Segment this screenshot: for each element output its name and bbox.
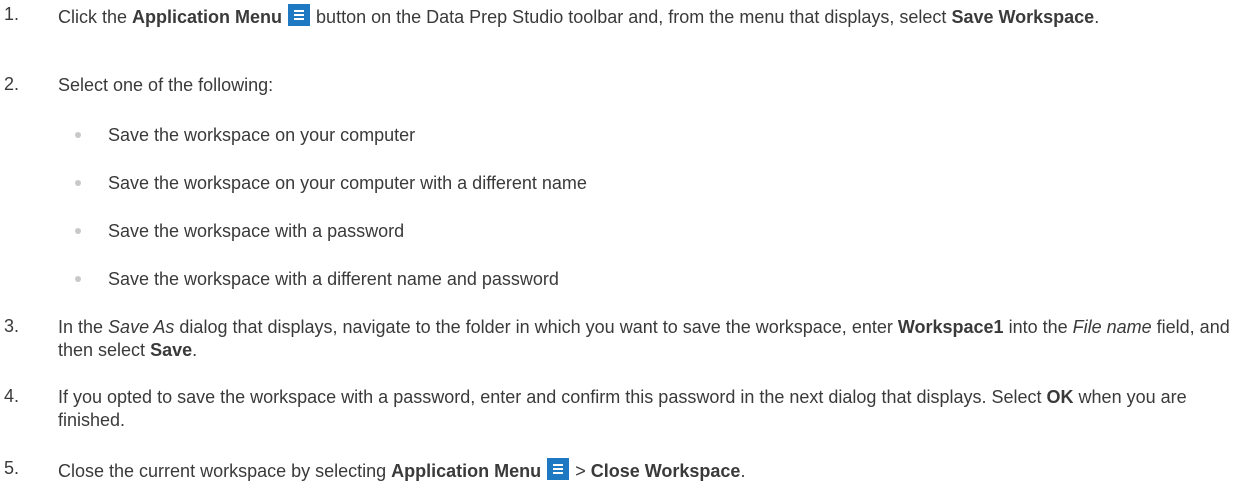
step-text: Close the current workspace by selecting…: [58, 458, 1254, 483]
application-menu-label: Application Menu: [132, 7, 283, 27]
step-number: 1.: [4, 4, 20, 24]
application-menu-icon: [547, 458, 570, 480]
bullet-icon: [75, 132, 81, 138]
bullet-icon: [75, 276, 81, 282]
close-workspace-label: Close Workspace: [590, 461, 741, 481]
step-text: If you opted to save the workspace with …: [58, 387, 1187, 430]
step-number: 2.: [4, 74, 20, 94]
step-text: Click the Application Menu button on the…: [58, 4, 1254, 29]
step-text: Select one of the following:: [58, 75, 274, 95]
application-menu-icon: [288, 4, 311, 26]
step-text: In the Save As dialog that displays, nav…: [58, 317, 1230, 360]
save-workspace-label: Save Workspace: [951, 7, 1095, 27]
bullet-icon: [75, 228, 81, 234]
bullet-icon: [75, 180, 81, 186]
step-number: 5.: [4, 458, 20, 478]
step-number: 3.: [4, 316, 20, 336]
application-menu-label: Application Menu: [391, 461, 542, 481]
step-number: 4.: [4, 386, 20, 406]
